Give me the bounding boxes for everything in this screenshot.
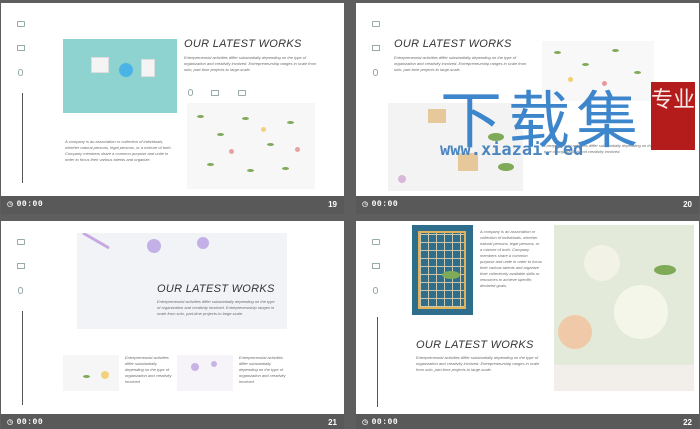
camera-icon[interactable] <box>17 45 25 51</box>
slide-number: 22 <box>683 418 692 427</box>
caption-right: Entrepreneurial activities differ substa… <box>239 355 286 384</box>
slide-thumbnail-22[interactable]: A company is an association or collectio… <box>356 221 699 429</box>
watermark-seal: 专业 <box>651 82 695 150</box>
small-lavender-photo <box>177 355 233 391</box>
slide-canvas: OUR LATEST WORKS Entrepreneurial activit… <box>1 221 344 414</box>
clock-icon: ◷ <box>362 201 369 209</box>
window-grid-photo <box>412 225 473 315</box>
playback-time: ◷ 00:00 <box>7 418 44 427</box>
clock-icon: ◷ <box>7 201 14 209</box>
slide-number: 20 <box>683 200 692 209</box>
microphone-icon[interactable] <box>188 89 193 96</box>
company-description: A company is an association or collectio… <box>480 229 542 288</box>
slide-body-text: Entrepreneurial activities differ substa… <box>184 55 317 72</box>
slide-status-bar: ◷ 00:00 21 <box>1 414 344 429</box>
slide-status-bar: ◷ 00:00 22 <box>356 414 699 429</box>
divider-line <box>22 311 23 405</box>
slide-status-bar: ◷ 00:00 20 <box>356 196 699 214</box>
monitor-icon[interactable] <box>372 239 380 245</box>
company-description: A company is an association or collectio… <box>65 139 172 162</box>
camera-icon[interactable] <box>372 263 380 269</box>
slide-canvas: OUR LATEST WORKS Entrepreneurial activit… <box>1 3 344 196</box>
small-flowers-photo <box>63 355 119 391</box>
monitor-icon[interactable] <box>237 90 246 96</box>
side-toolbar <box>372 21 382 94</box>
slide-status-bar: ◷ 00:00 19 <box>1 196 344 214</box>
slide-heading: OUR LATEST WORKS <box>157 283 275 295</box>
slide-thumbnail-21[interactable]: OUR LATEST WORKS Entrepreneurial activit… <box>1 221 344 429</box>
camera-icon[interactable] <box>211 90 220 96</box>
watermark-url: www.xiazai.red <box>440 140 584 160</box>
playback-time: ◷ 00:00 <box>362 418 399 427</box>
slide-heading: OUR LATEST WORKS <box>394 38 512 50</box>
monitor-icon[interactable] <box>17 239 25 245</box>
slide-number: 19 <box>328 200 337 209</box>
camera-icon[interactable] <box>17 263 25 269</box>
gift-boxes-photo <box>63 39 177 113</box>
side-toolbar <box>372 239 382 312</box>
clock-icon: ◷ <box>362 419 369 427</box>
slide-heading: OUR LATEST WORKS <box>184 38 302 50</box>
slide-canvas: A company is an association or collectio… <box>356 221 699 414</box>
slide-body-text: Entrepreneurial activities differ substa… <box>416 355 540 372</box>
playback-time: ◷ 00:00 <box>362 200 399 209</box>
playback-time: ◷ 00:00 <box>7 200 44 209</box>
monitor-icon[interactable] <box>372 21 380 27</box>
microphone-icon[interactable] <box>18 287 23 294</box>
side-toolbar <box>17 21 27 94</box>
divider-line <box>22 93 23 183</box>
microphone-icon[interactable] <box>18 69 23 76</box>
monitor-icon[interactable] <box>17 21 25 27</box>
slide-body-text: Entrepreneurial activities differ substa… <box>157 299 275 316</box>
microphone-icon[interactable] <box>373 287 378 294</box>
camera-icon[interactable] <box>372 45 380 51</box>
microphone-icon[interactable] <box>373 69 378 76</box>
roses-photo <box>554 225 694 391</box>
slide-thumbnail-19[interactable]: OUR LATEST WORKS Entrepreneurial activit… <box>1 3 344 214</box>
divider-line <box>377 317 378 407</box>
caption-left: Entrepreneurial activities differ substa… <box>125 355 172 384</box>
leaves-and-flowers-photo <box>187 103 315 189</box>
side-toolbar <box>17 239 27 312</box>
clock-icon: ◷ <box>7 419 14 427</box>
slide-heading: OUR LATEST WORKS <box>416 339 534 351</box>
slide-number: 21 <box>328 418 337 427</box>
